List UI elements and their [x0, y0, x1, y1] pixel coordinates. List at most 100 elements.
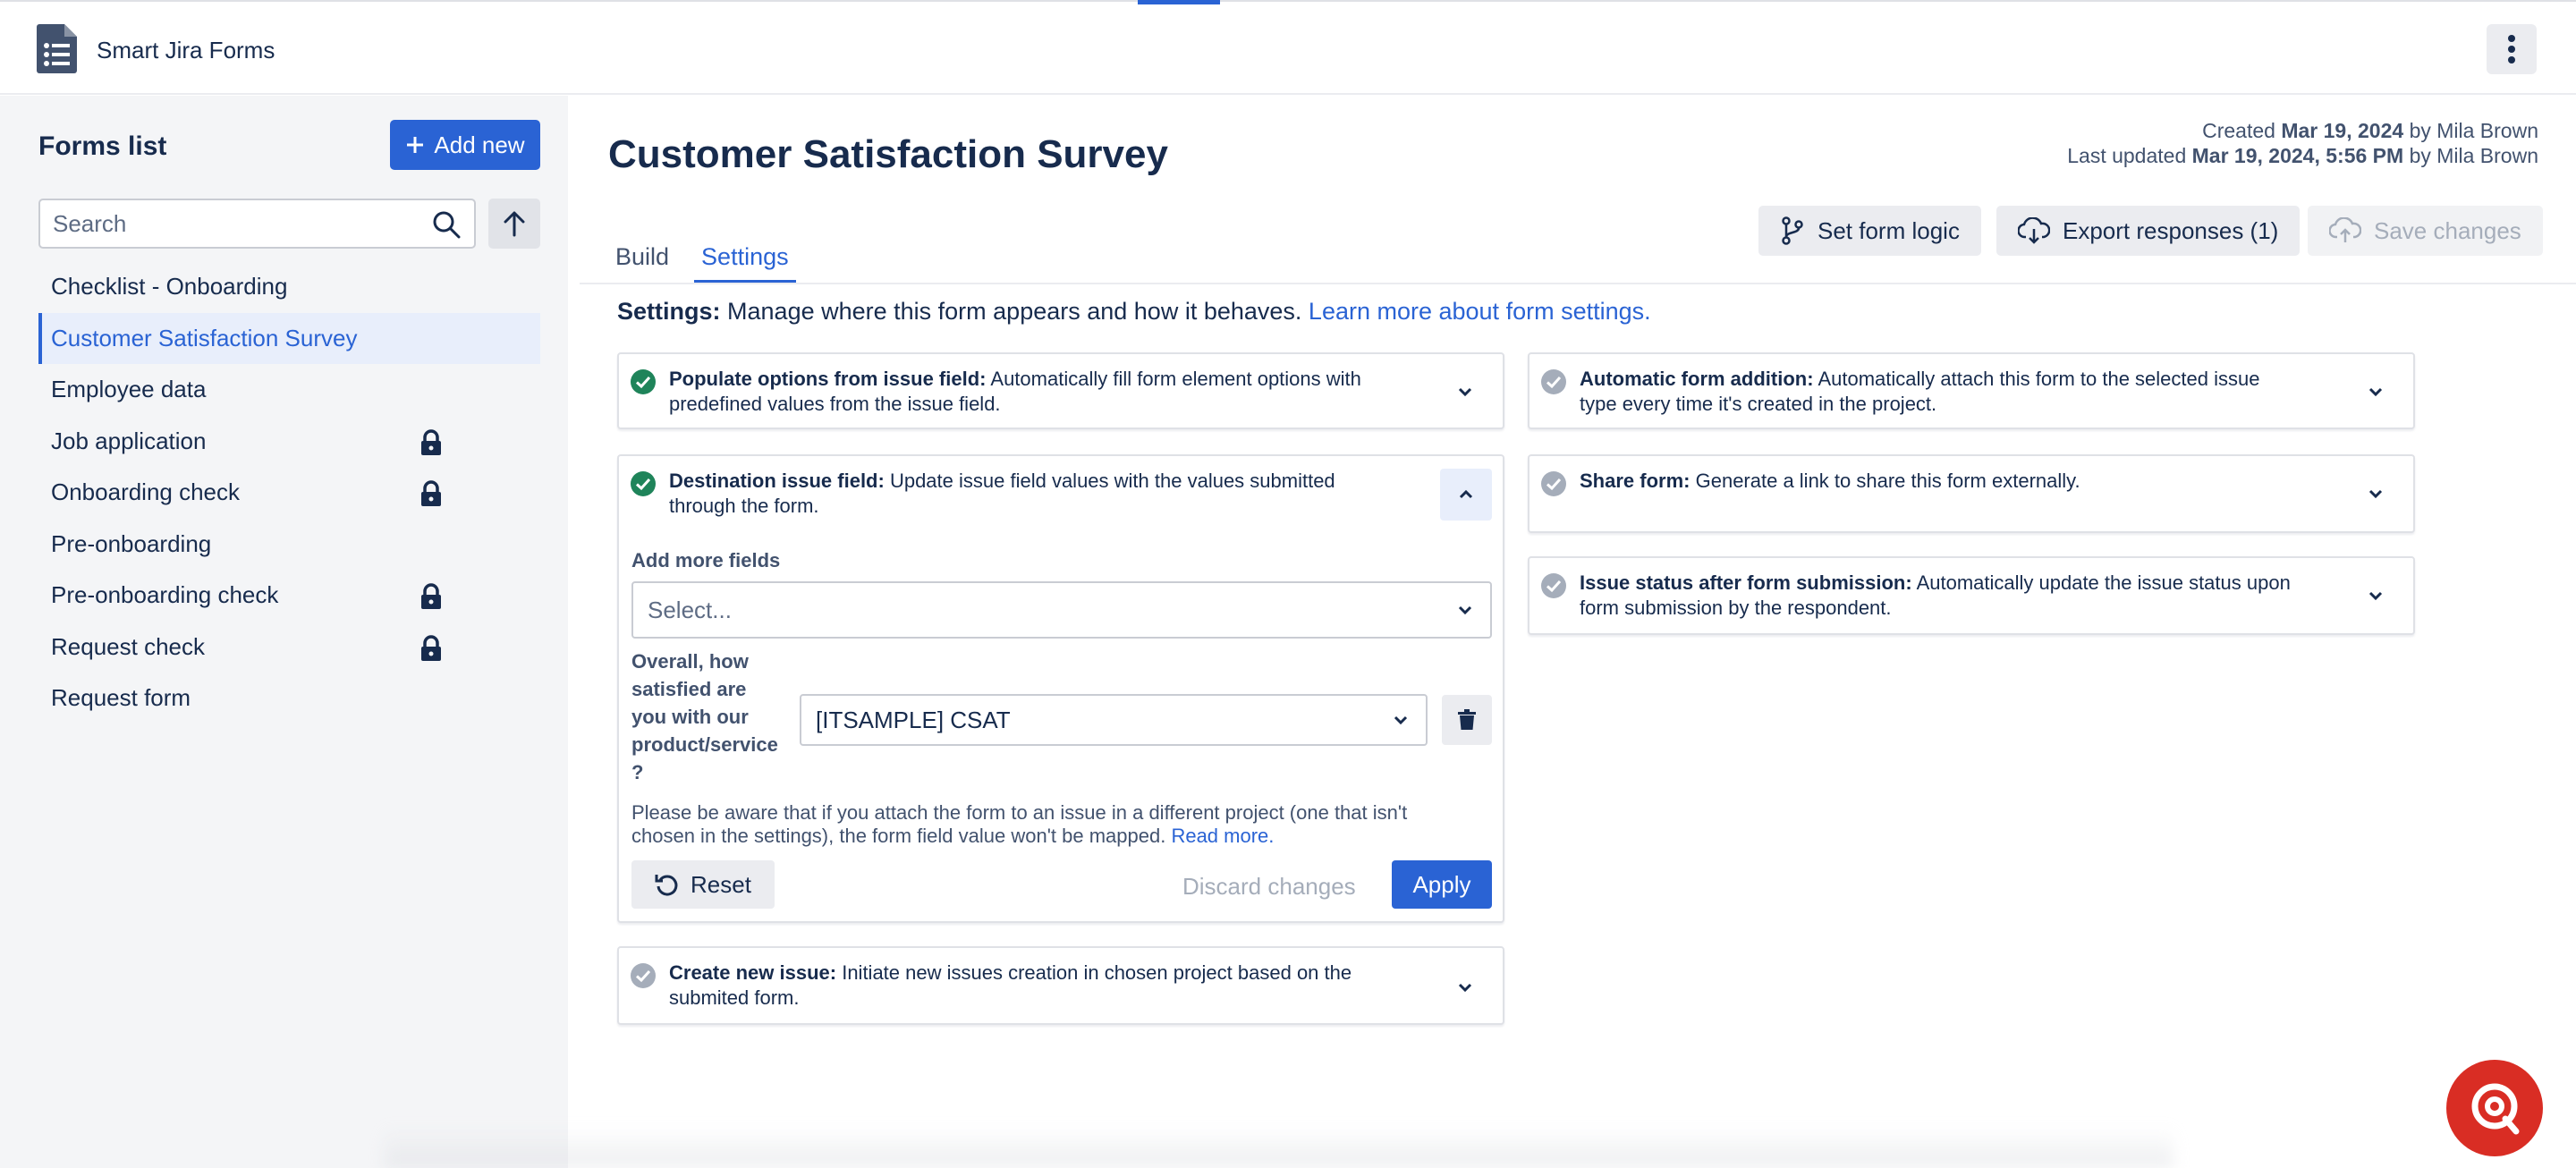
updated-by: by Mila Brown	[2409, 144, 2538, 167]
expand-button[interactable]	[1445, 372, 1485, 411]
sort-button[interactable]	[488, 199, 540, 249]
updated-prefix: Last updated	[2067, 144, 2187, 167]
export-responses-button[interactable]: Export responses (1)	[1996, 206, 2301, 256]
check-circle-icon	[631, 471, 656, 496]
expand-button[interactable]	[2356, 474, 2395, 513]
search-box	[38, 199, 476, 249]
form-list-item[interactable]: Request form	[38, 673, 540, 724]
chevron-down-icon	[1458, 605, 1472, 615]
create-issue-title: Create new issue:	[669, 961, 837, 984]
delete-mapping-button[interactable]	[1442, 695, 1492, 745]
share-form-text: Share form: Generate a link to share thi…	[1580, 469, 2080, 494]
mapped-field-value: [ITSAMPLE] CSAT	[816, 706, 1011, 733]
check-circle-icon	[1541, 369, 1566, 394]
settings-intro-label: Settings:	[617, 298, 721, 325]
mapping-notice: Please be aware that if you attach the f…	[631, 801, 1490, 848]
form-list-item[interactable]: Checklist - Onboarding	[38, 261, 540, 313]
chevron-down-icon	[2368, 387, 2383, 397]
save-changes-button[interactable]: Save changes	[2308, 206, 2543, 256]
search-icon[interactable]	[431, 209, 462, 240]
form-item-label: Onboarding check	[51, 478, 241, 506]
form-list-item[interactable]: Job application	[38, 416, 540, 468]
chevron-down-icon	[2368, 489, 2383, 499]
tab-settings[interactable]: Settings	[694, 234, 796, 284]
form-item-label: Request check	[51, 632, 205, 660]
check-circle-icon	[1541, 573, 1566, 598]
branch-icon	[1782, 216, 1803, 245]
populate-options-card: Populate options from issue field: Autom…	[617, 352, 1504, 429]
form-list-item[interactable]: Request check	[38, 622, 540, 673]
destination-issue-field-card: Destination issue field: Update issue fi…	[617, 454, 1504, 923]
bottom-fade	[385, 1127, 2174, 1168]
form-item-label: Checklist - Onboarding	[51, 273, 288, 300]
add-more-fields-select[interactable]: Select...	[631, 581, 1492, 639]
add-more-fields-label: Add more fields	[631, 549, 781, 571]
auto-add-desc-2: type every time it's created in the proj…	[1580, 393, 1937, 415]
search-input[interactable]	[40, 200, 416, 247]
created-info: Created Mar 19, 2024 by Mila Brown	[2067, 118, 2538, 143]
create-new-issue-card: Create new issue: Initiate new issues cr…	[617, 946, 1504, 1025]
read-more-link[interactable]: Read more.	[1171, 825, 1274, 847]
create-new-issue-text: Create new issue: Initiate new issues cr…	[669, 961, 1352, 1011]
form-meta: Created Mar 19, 2024 by Mila Brown Last …	[2067, 118, 2538, 168]
created-date: Mar 19, 2024	[2281, 119, 2404, 142]
chevron-up-icon	[1459, 489, 1473, 499]
form-item-label: Pre-onboarding check	[51, 581, 279, 609]
issue-status-text: Issue status after form submission: Auto…	[1580, 571, 2291, 621]
lock-icon	[421, 583, 441, 609]
form-list-item[interactable]: Employee data	[38, 364, 540, 416]
expand-button[interactable]	[2356, 372, 2395, 411]
create-issue-desc: Initiate new issues creation in chosen p…	[842, 961, 1352, 984]
form-item-label: Employee data	[51, 376, 207, 403]
form-item-label: Request form	[51, 684, 191, 712]
set-form-logic-label: Set form logic	[1818, 216, 1960, 244]
tab-build[interactable]: Build	[608, 234, 676, 284]
set-form-logic-button[interactable]: Set form logic	[1758, 206, 1981, 256]
form-list-item-active[interactable]: Customer Satisfaction Survey	[38, 312, 540, 364]
destination-issue-field-text: Destination issue field: Update issue fi…	[669, 469, 1335, 519]
expand-button[interactable]	[1445, 968, 1485, 1007]
issue-status-card: Issue status after form submission: Auto…	[1528, 556, 2415, 635]
chevron-down-icon	[1458, 983, 1472, 993]
destination-title: Destination issue field:	[669, 470, 885, 492]
forms-list: Checklist - Onboarding Customer Satisfac…	[38, 261, 540, 724]
check-circle-icon	[631, 369, 656, 394]
learn-more-link[interactable]: Learn more about form settings.	[1309, 298, 1651, 325]
expand-button[interactable]	[2356, 576, 2395, 615]
issue-status-title: Issue status after form submission:	[1580, 571, 1912, 594]
discard-changes-button[interactable]: Discard changes	[1182, 873, 1356, 901]
automatic-form-addition-text: Automatic form addition: Automatically a…	[1580, 367, 2259, 417]
form-tabs: Build Settings	[608, 234, 814, 284]
add-new-button[interactable]: Add new	[390, 120, 540, 170]
page-title: Customer Satisfaction Survey	[608, 132, 1168, 176]
share-form-title: Share form:	[1580, 470, 1690, 492]
settings-intro-text: Manage where this form appears and how i…	[727, 298, 1302, 325]
apply-button[interactable]: Apply	[1392, 860, 1492, 909]
share-form-desc: Generate a link to share this form exter…	[1695, 470, 2080, 492]
plus-icon	[407, 137, 424, 153]
notice-line-1: Please be aware that if you attach the f…	[631, 801, 1408, 824]
create-issue-desc-2: submited form.	[669, 986, 800, 1009]
form-item-label: Pre-onboarding	[51, 529, 212, 557]
form-list-item[interactable]: Onboarding check	[38, 467, 540, 519]
auto-add-desc: Automatically attach this form to the se…	[1818, 368, 2260, 390]
lock-icon	[421, 428, 441, 455]
mapped-field-select[interactable]: [ITSAMPLE] CSAT	[800, 694, 1428, 746]
destination-desc-2: through the form.	[669, 495, 819, 517]
arrow-up-icon	[504, 211, 525, 237]
settings-intro: Settings: Manage where this form appears…	[617, 298, 1651, 326]
form-item-label: Customer Satisfaction Survey	[51, 324, 358, 351]
collapse-button[interactable]	[1440, 469, 1492, 521]
populate-options-title: Populate options from issue field:	[669, 368, 987, 390]
check-circle-icon	[631, 963, 656, 988]
trash-icon	[1458, 709, 1476, 730]
form-list-item[interactable]: Pre-onboarding	[38, 519, 540, 571]
form-list-item[interactable]: Pre-onboarding check	[38, 570, 540, 622]
support-chat-button[interactable]	[2446, 1060, 2543, 1156]
more-options-button[interactable]	[2487, 24, 2537, 74]
tabs-divider	[580, 283, 2576, 284]
cloud-upload-icon	[2329, 217, 2361, 242]
updated-date: Mar 19, 2024, 5:56 PM	[2191, 144, 2404, 167]
reset-icon	[655, 875, 678, 896]
reset-button[interactable]: Reset	[631, 860, 775, 909]
